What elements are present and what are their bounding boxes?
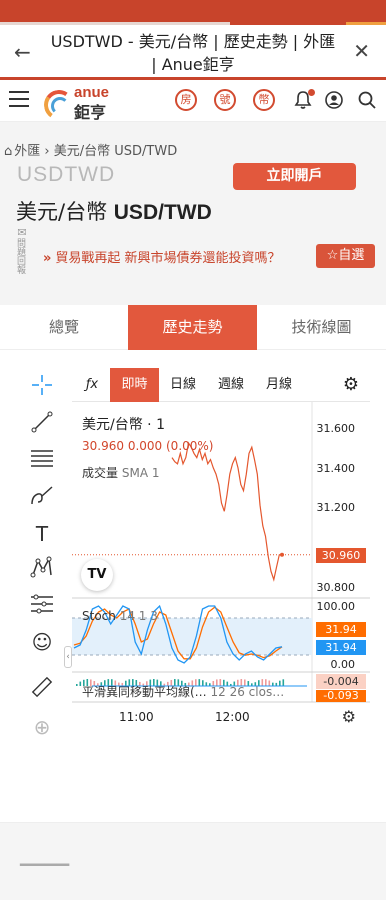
tab-technical[interactable]: 技術線圖 bbox=[257, 305, 386, 350]
last-price-dot bbox=[280, 552, 284, 557]
zoom-icon[interactable]: ⊕ bbox=[28, 713, 56, 741]
quote-header: ⌂ 外匯 › 美元/台幣 USD/TWD USDTWD 美元/台幣 USD/TWD… bbox=[0, 122, 386, 305]
open-account-button[interactable]: 立即開戶 bbox=[233, 163, 356, 190]
add-watchlist-button[interactable]: ☆自選 bbox=[316, 244, 375, 268]
anue-logo[interactable]: anue 鉅亨 bbox=[41, 84, 116, 123]
collapse-handle-icon[interactable]: ‹ bbox=[64, 646, 72, 668]
last-price-badge: 30.960 bbox=[316, 548, 366, 563]
price-tick: 31.600 bbox=[316, 422, 356, 435]
news-headline: 貿易戰再起 新興市場債券還能投資嗎？ bbox=[55, 251, 281, 266]
drawing-toolbar: T ☺ ⊕ ‹ bbox=[0, 368, 72, 739]
quote-name: 美元/台幣 USD/TWD bbox=[16, 196, 212, 226]
text-tool-icon[interactable]: T bbox=[28, 520, 56, 548]
user-icon[interactable] bbox=[324, 90, 344, 110]
stoch-d-badge: 31.94 bbox=[316, 622, 366, 637]
macd-signal-badge: -0.093 bbox=[316, 690, 366, 702]
chart-legend-price: 30.960 0.000 (0.00%) bbox=[82, 439, 213, 453]
logo-text-cjk: 鉅亨 bbox=[74, 103, 107, 122]
time-tick: 11:00 bbox=[119, 710, 154, 724]
macd-legend: 平滑異同移動平均線(… 12 26 clos… bbox=[82, 683, 284, 700]
notification-dot bbox=[308, 89, 315, 96]
status-bar bbox=[0, 0, 386, 25]
feedback-label: 問題回報 bbox=[15, 238, 25, 274]
time-tick: 12:00 bbox=[215, 710, 250, 724]
quote-name-cn: 美元/台幣 bbox=[16, 200, 108, 224]
macd-name: 平滑異同移動平均線(… bbox=[82, 685, 207, 699]
breadcrumb-section[interactable]: 外匯 bbox=[14, 144, 40, 159]
macd-bar bbox=[76, 684, 78, 686]
legend-change: 0.000 (0.00%) bbox=[127, 439, 214, 453]
macd-params: 12 26 clos… bbox=[210, 685, 285, 699]
footer-section: ▁▁▁▁ bbox=[0, 822, 386, 900]
legend-volume-sma: SMA 1 bbox=[121, 466, 160, 480]
crosshair-icon[interactable] bbox=[28, 374, 56, 402]
legend-price: 30.960 bbox=[82, 439, 124, 453]
legend-volume: 成交量 bbox=[82, 466, 119, 480]
stoch-params: 14 1 3 bbox=[119, 609, 158, 623]
indicators-icon[interactable]: ƒx bbox=[80, 368, 104, 402]
watchlist-label: 自選 bbox=[338, 248, 365, 263]
close-icon[interactable]: ✕ bbox=[353, 39, 370, 63]
ruler-icon[interactable] bbox=[28, 675, 56, 703]
back-arrow-icon[interactable]: ← bbox=[14, 41, 36, 63]
search-icon[interactable] bbox=[357, 90, 377, 110]
chart-legend-volume: 成交量 SMA 1 bbox=[82, 464, 159, 481]
stoch-legend: Stoch 14 1 3 bbox=[82, 609, 158, 623]
tradingview-logo[interactable]: TV bbox=[81, 559, 113, 591]
tab-history[interactable]: 歷史走勢 bbox=[128, 305, 257, 350]
stoch-name: Stoch bbox=[82, 609, 116, 623]
page-title: USDTWD - 美元/台幣 | 歷史走勢 | 外匯 | Anue鉅亨 bbox=[50, 32, 336, 74]
quote-name-code: USD/TWD bbox=[113, 201, 212, 224]
footer-heading-partial: ▁▁▁▁ bbox=[20, 847, 70, 866]
logo-arc-inner bbox=[51, 97, 69, 115]
interval-daily[interactable]: 日線 bbox=[161, 368, 205, 402]
star-icon: ☆ bbox=[326, 248, 339, 263]
stoch-k-badge: 31.94 bbox=[316, 640, 366, 655]
stoch-tick-low: 0.00 bbox=[330, 658, 356, 671]
legend-interval: 1 bbox=[156, 417, 165, 433]
price-chart[interactable]: 美元/台幣 · 1 30.960 0.000 (0.00%) 成交量 SMA 1… bbox=[72, 402, 370, 730]
arrows-icon: » bbox=[43, 251, 52, 266]
brush-icon[interactable] bbox=[28, 484, 56, 512]
house-icon[interactable]: 房 bbox=[175, 89, 197, 111]
stoch-tick-high: 100.00 bbox=[316, 600, 356, 613]
title-bar: ← USDTWD - 美元/台幣 | 歷史走勢 | 外匯 | Anue鉅亨 ✕ bbox=[0, 25, 386, 80]
interval-weekly[interactable]: 週線 bbox=[208, 368, 254, 402]
macd-bar bbox=[79, 681, 82, 686]
interval-monthly[interactable]: 月線 bbox=[256, 368, 302, 402]
quote-symbol: USDTWD bbox=[17, 163, 116, 186]
ticker-icon[interactable]: 號 bbox=[214, 89, 236, 111]
tab-overview[interactable]: 總覽 bbox=[0, 305, 128, 350]
breadcrumb-separator-icon: › bbox=[44, 144, 54, 159]
axis-settings-icon[interactable]: ⚙ bbox=[342, 707, 356, 726]
feedback-link[interactable]: ✉ 問題回報 bbox=[15, 226, 29, 274]
price-tick: 31.200 bbox=[316, 501, 356, 514]
price-tick: 30.800 bbox=[316, 581, 356, 594]
price-tick: 31.400 bbox=[316, 462, 356, 475]
section-tabs: 總覽 歷史走勢 技術線圖 bbox=[0, 305, 386, 350]
legend-pair: 美元/台幣 bbox=[82, 417, 143, 433]
breadcrumb: ⌂ 外匯 › 美元/台幣 USD/TWD bbox=[4, 140, 177, 159]
macd-value-badge: -0.004 bbox=[316, 674, 366, 689]
emoji-icon[interactable]: ☺ bbox=[28, 628, 56, 656]
menu-icon[interactable] bbox=[9, 91, 29, 109]
pattern-icon[interactable] bbox=[28, 556, 56, 584]
mail-icon: ✉ bbox=[17, 226, 27, 239]
interval-realtime[interactable]: 即時 bbox=[110, 368, 159, 402]
currency-icon[interactable]: 幣 bbox=[253, 89, 275, 111]
home-icon[interactable]: ⌂ bbox=[4, 144, 12, 159]
bell-icon[interactable] bbox=[293, 89, 315, 110]
fib-settings-icon[interactable] bbox=[28, 593, 56, 621]
chart-legend-title: 美元/台幣 · 1 bbox=[82, 417, 165, 433]
breadcrumb-current: 美元/台幣 USD/TWD bbox=[53, 144, 178, 159]
nav-bar: anue 鉅亨 房 號 幣 bbox=[0, 80, 386, 123]
trend-line-icon[interactable] bbox=[28, 411, 56, 439]
chart-interval-bar: ƒx 即時 日線 週線 月線 ⚙ bbox=[72, 368, 370, 402]
horizontal-lines-icon[interactable] bbox=[28, 447, 56, 475]
news-ticker[interactable]: » 貿易戰再起 新興市場債券還能投資嗎？ bbox=[43, 247, 308, 266]
chart-settings-icon[interactable]: ⚙ bbox=[336, 368, 366, 402]
